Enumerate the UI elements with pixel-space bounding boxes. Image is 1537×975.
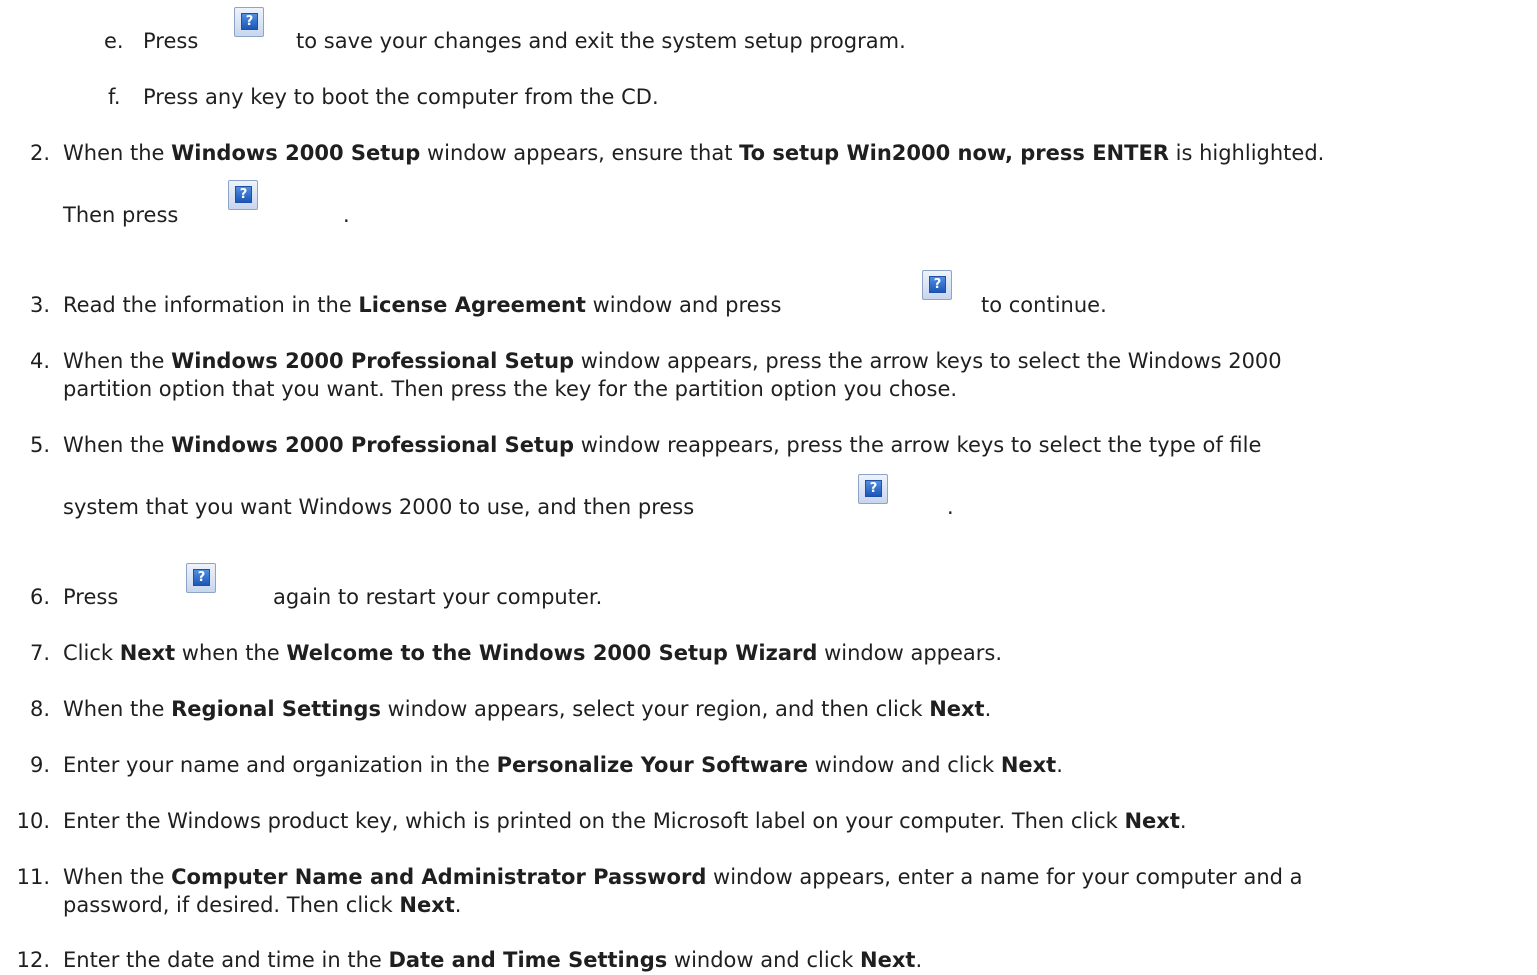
step-text-line2-post: . xyxy=(947,495,954,519)
substep-letter: f. xyxy=(108,85,121,109)
step-number: 9. xyxy=(29,753,50,777)
step-number: 10. xyxy=(16,809,50,833)
step-text-pre: Press xyxy=(63,585,119,609)
step-text: When the Computer Name and Administrator… xyxy=(63,865,1303,889)
step-number: 8. xyxy=(29,697,50,721)
missing-image-icon: ? xyxy=(186,563,216,593)
step-text-line2: password, if desired. Then click Next. xyxy=(63,893,462,917)
missing-image-icon: ? xyxy=(228,180,258,210)
step-number: 7. xyxy=(29,641,50,665)
step-text: When the Windows 2000 Setup window appea… xyxy=(63,141,1325,165)
missing-image-icon: ? xyxy=(234,7,264,37)
step-number: 6. xyxy=(29,585,50,609)
step-text: When the Regional Settings window appear… xyxy=(63,697,992,721)
step-text: Read the information in the License Agre… xyxy=(63,293,782,317)
step-text: When the Windows 2000 Professional Setup… xyxy=(63,433,1262,457)
step-text-line2-post: . xyxy=(343,203,350,227)
substep-letter: e. xyxy=(104,29,124,53)
step-number: 11. xyxy=(16,865,50,889)
step-number: 2. xyxy=(29,141,50,165)
substep-text-pre: Press xyxy=(143,29,199,53)
substep-text-post: to save your changes and exit the system… xyxy=(296,29,906,53)
step-text: Enter the date and time in the Date and … xyxy=(63,948,923,972)
step-number: 4. xyxy=(29,349,50,373)
substep-text: Press any key to boot the computer from … xyxy=(143,85,659,109)
step-text: When the Windows 2000 Professional Setup… xyxy=(63,349,1282,373)
step-text-line2-pre: system that you want Windows 2000 to use… xyxy=(63,495,695,519)
missing-image-icon: ? xyxy=(858,474,888,504)
step-text-post: to continue. xyxy=(981,293,1107,317)
step-text: Click Next when the Welcome to the Windo… xyxy=(63,641,1003,665)
step-text: Enter the Windows product key, which is … xyxy=(63,809,1187,833)
step-text-line2-pre: Then press xyxy=(63,203,179,227)
step-text-post: again to restart your computer. xyxy=(273,585,603,609)
step-text-line2: partition option that you want. Then pre… xyxy=(63,377,958,401)
step-number: 12. xyxy=(16,948,50,972)
step-text: Enter your name and organization in the … xyxy=(63,753,1063,777)
step-number: 5. xyxy=(29,433,50,457)
missing-image-icon: ? xyxy=(922,270,952,300)
step-number: 3. xyxy=(29,293,50,317)
